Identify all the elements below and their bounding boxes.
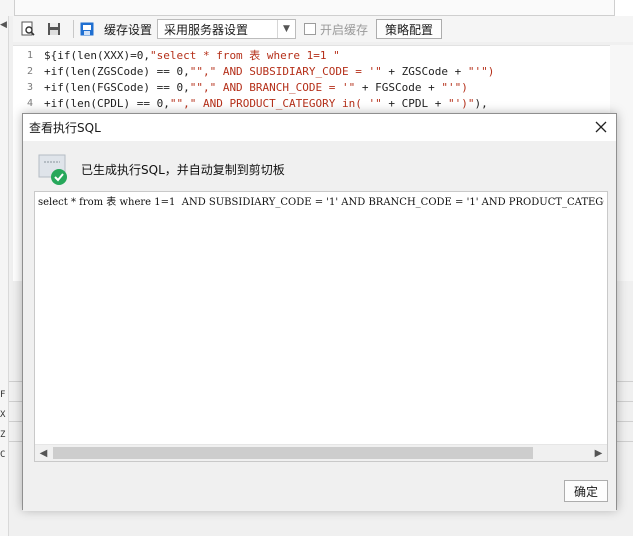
preview-icon[interactable] [19,20,37,38]
top-tab-strip [0,0,633,16]
code-text: +if(len(ZGSCode) == 0,""," AND SUBSIDIAR… [44,65,495,78]
generated-sql-text[interactable]: select * from 表 where 1=1 AND SUBSIDIARY… [38,196,604,214]
sql-output-box[interactable]: select * from 表 where 1=1 AND SUBSIDIARY… [34,191,608,462]
enable-cache-label: 开启缓存 [320,22,369,37]
tab-area [14,0,614,16]
left-mini-label: C [0,450,6,460]
chevron-down-icon[interactable]: ▼ [277,20,295,38]
strategy-config-button[interactable]: 策略配置 [376,19,443,39]
scroll-right-icon[interactable]: ▶ [590,445,607,462]
cache-mode-select[interactable]: 采用服务器设置 ▼ [157,19,297,39]
line-number: 3 [26,82,33,93]
left-panel-edge: ◀ F X Z C [0,16,9,536]
tab-corner [614,0,633,16]
left-mini-label: Z [0,430,6,440]
code-text: +if(len(CPDL) == 0,""," AND PRODUCT_CATE… [44,97,488,110]
ok-button[interactable]: 确定 [564,480,608,502]
line-number: 2 [26,66,33,77]
dialog-title: 查看执行SQL [29,121,101,135]
app-window: ◀ F X Z C 缓存设置 采用服务器设置 ▼ 开启缓存 策略配置 1 ${if… [0,0,633,536]
success-message: 已生成执行SQL，并自动复制到剪切板 [81,163,285,177]
chevron-left-icon[interactable]: ◀ [0,20,8,34]
cache-mode-value: 采用服务器设置 [164,22,249,37]
toolbar-separator [73,20,74,38]
dialog-body: 已生成执行SQL，并自动复制到剪切板 select * from 表 where… [23,141,616,511]
view-sql-dialog: 查看执行SQL 已生成执行SQL，并自动复制到剪切板 select * from… [22,113,617,511]
cache-icon [78,20,96,38]
dialog-title-bar: 查看执行SQL [23,114,616,141]
cache-settings-label: 缓存设置 [104,22,153,37]
code-line: 1 ${if(len(XXX)=0,"select * from 表 where … [13,48,610,64]
line-number: 4 [26,98,33,109]
scrollbar-thumb[interactable] [53,447,533,459]
left-mini-label: X [0,410,6,420]
success-document-icon [37,153,71,187]
code-line: 4 +if(len(CPDL) == 0,""," AND PRODUCT_CAT… [13,96,610,112]
enable-cache-checkbox[interactable]: 开启缓存 [304,21,368,38]
code-line: 2 +if(len(ZGSCode) == 0,""," AND SUBSIDIA… [13,64,610,80]
editor-toolbar: 缓存设置 采用服务器设置 ▼ 开启缓存 策略配置 [13,16,633,42]
code-text: ${if(len(XXX)=0,"select * from 表 where 1… [44,49,340,62]
code-line: 3 +if(len(FGSCode) == 0,""," AND BRANCH_C… [13,80,610,96]
left-mini-label: F [0,390,6,400]
save-icon[interactable] [45,20,63,38]
line-number: 1 [26,50,33,61]
scroll-left-icon[interactable]: ◀ [35,445,52,462]
horizontal-scrollbar[interactable]: ◀ ▶ [35,444,607,461]
code-text: +if(len(FGSCode) == 0,""," AND BRANCH_CO… [44,81,468,94]
checkbox-box[interactable] [304,23,317,35]
close-icon[interactable] [592,118,610,136]
